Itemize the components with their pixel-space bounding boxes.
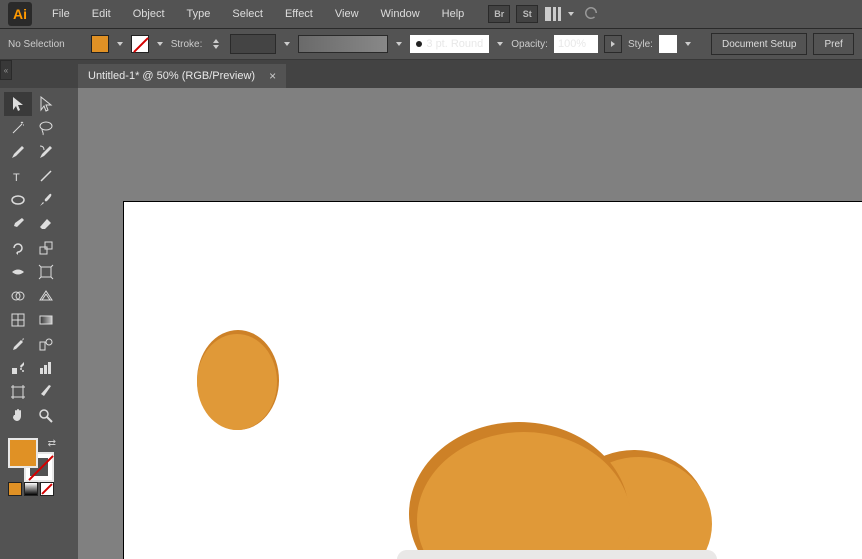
none-mode[interactable] [40, 482, 54, 496]
line-segment-tool[interactable] [32, 164, 60, 188]
control-bar: No Selection Stroke: 3 pt. Round Opacity… [0, 28, 862, 60]
menu-view[interactable]: View [325, 4, 369, 24]
symbol-sprayer-tool[interactable] [4, 356, 32, 380]
lasso-tool[interactable] [32, 116, 60, 140]
artwork [124, 202, 862, 559]
paintbrush-tool[interactable] [32, 188, 60, 212]
swap-fill-stroke-icon[interactable]: ⇄ [48, 438, 56, 449]
brush-definition[interactable]: 3 pt. Round [410, 35, 489, 53]
menu-window[interactable]: Window [371, 4, 430, 24]
ellipse-tool[interactable] [4, 188, 32, 212]
opacity-value: 100% [558, 38, 586, 50]
chevron-down-icon [566, 9, 576, 19]
brush-dot-icon [416, 41, 422, 47]
tab-close-button[interactable]: × [269, 69, 276, 83]
eyedropper-tool[interactable] [4, 332, 32, 356]
gradient-mode[interactable] [24, 482, 38, 496]
stroke-weight-field[interactable] [230, 34, 276, 54]
variable-width-profile[interactable] [298, 35, 388, 53]
opacity-arrow[interactable] [604, 35, 622, 53]
document-setup-button[interactable]: Document Setup [711, 33, 808, 55]
sync-settings-icon[interactable] [582, 4, 600, 25]
rotate-tool[interactable] [4, 236, 32, 260]
menu-edit[interactable]: Edit [82, 4, 121, 24]
fill-color-swatch[interactable] [91, 35, 109, 53]
color-mode-swatches [8, 482, 54, 496]
column-graph-tool[interactable] [32, 356, 60, 380]
egg-small [197, 334, 277, 430]
style-label: Style: [628, 39, 653, 50]
direct-selection-tool[interactable] [32, 92, 60, 116]
menu-help[interactable]: Help [432, 4, 475, 24]
style-dropdown[interactable] [683, 39, 693, 49]
width-tool[interactable] [4, 260, 32, 284]
menu-bar: Ai File Edit Object Type Select Effect V… [0, 0, 862, 28]
fill-stroke-controls: ⇄ [4, 438, 60, 482]
bowl-front [397, 550, 717, 559]
graphic-style-swatch[interactable] [659, 35, 677, 53]
opacity-label: Opacity: [511, 39, 548, 50]
preferences-button[interactable]: Pref [813, 33, 853, 55]
type-tool[interactable]: T [4, 164, 32, 188]
brush-name: 3 pt. Round [426, 38, 483, 50]
hand-tool[interactable] [4, 404, 32, 428]
selection-status: No Selection [8, 39, 65, 50]
fill-color[interactable] [8, 438, 38, 468]
artboard-tool[interactable] [4, 380, 32, 404]
color-mode[interactable] [8, 482, 22, 496]
svg-text:T: T [13, 172, 20, 184]
magic-wand-tool[interactable] [4, 116, 32, 140]
selection-tool[interactable] [4, 92, 32, 116]
arrange-documents-icon[interactable] [544, 7, 576, 21]
perspective-grid-tool[interactable] [32, 284, 60, 308]
bridge-icon[interactable]: Br [488, 5, 510, 23]
menu-file[interactable]: File [42, 4, 80, 24]
shape-builder-tool[interactable] [4, 284, 32, 308]
free-transform-tool[interactable] [32, 260, 60, 284]
scale-tool[interactable] [32, 236, 60, 260]
stock-icon[interactable]: St [516, 5, 538, 23]
fill-dropdown[interactable] [115, 39, 125, 49]
slice-tool[interactable] [32, 380, 60, 404]
tab-title: Untitled-1* @ 50% (RGB/Preview) [88, 70, 255, 82]
canvas-area[interactable] [78, 88, 862, 559]
stroke-weight-stepper[interactable] [208, 35, 224, 53]
menu-type[interactable]: Type [177, 4, 221, 24]
mesh-tool[interactable] [4, 308, 32, 332]
stroke-weight-dropdown[interactable] [282, 39, 292, 49]
zoom-tool[interactable] [32, 404, 60, 428]
app-logo: Ai [8, 2, 32, 26]
stroke-dropdown[interactable] [155, 39, 165, 49]
menu-effect[interactable]: Effect [275, 4, 323, 24]
pen-tool[interactable] [4, 140, 32, 164]
width-profile-dropdown[interactable] [394, 39, 404, 49]
opacity-field[interactable]: 100% [554, 35, 598, 53]
brush-dropdown[interactable] [495, 39, 505, 49]
curvature-tool[interactable] [32, 140, 60, 164]
gradient-tool[interactable] [32, 308, 60, 332]
shaper-tool[interactable] [4, 212, 32, 236]
blend-tool[interactable] [32, 332, 60, 356]
document-tab[interactable]: Untitled-1* @ 50% (RGB/Preview) × [78, 64, 286, 88]
panel-collapse-toggle[interactable]: « [0, 60, 12, 80]
menu-object[interactable]: Object [123, 4, 175, 24]
stroke-label: Stroke: [171, 39, 203, 50]
artboard[interactable] [124, 202, 862, 559]
eraser-tool[interactable] [32, 212, 60, 236]
tools-panel: T ⇄ [0, 88, 64, 506]
menu-select[interactable]: Select [222, 4, 273, 24]
document-tab-bar: Untitled-1* @ 50% (RGB/Preview) × [0, 60, 862, 88]
stroke-color-swatch[interactable] [131, 35, 149, 53]
